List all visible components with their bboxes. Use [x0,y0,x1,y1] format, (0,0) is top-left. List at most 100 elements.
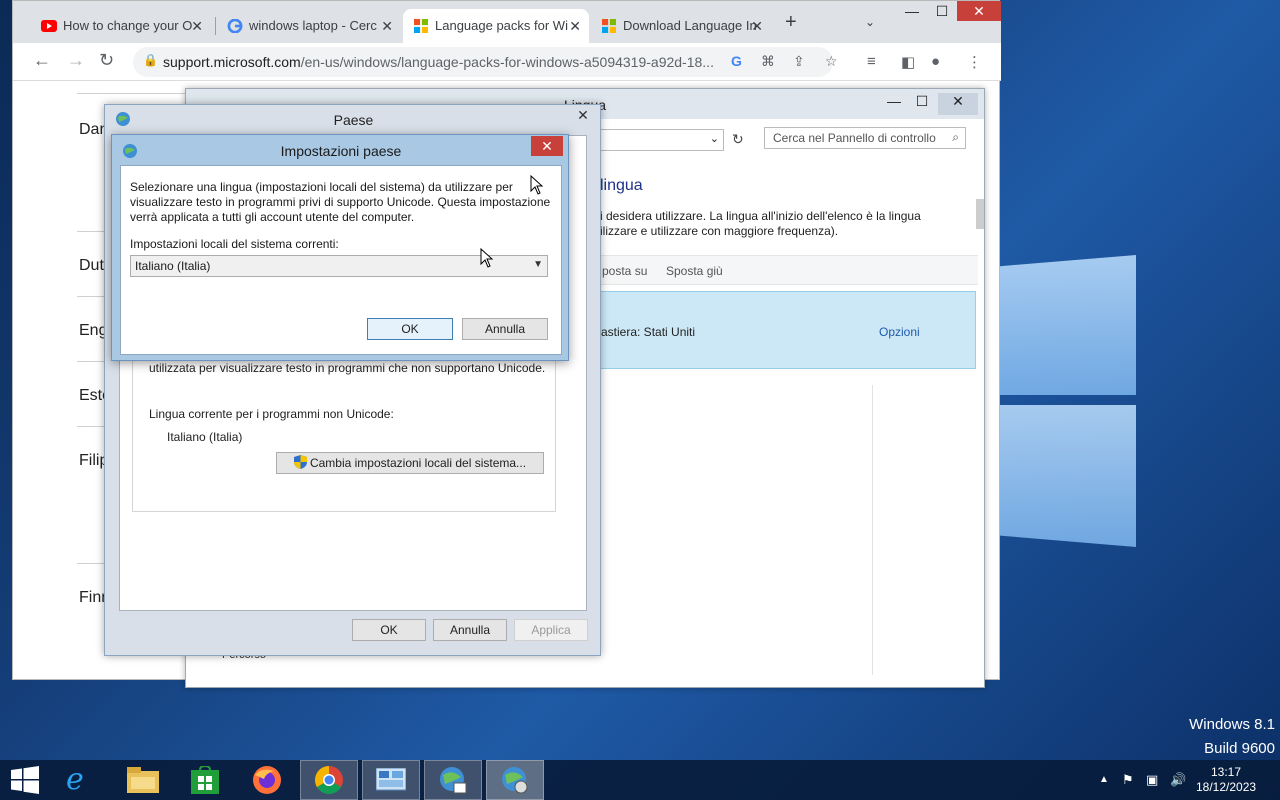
google-lens-icon[interactable]: G [731,53,742,69]
new-tab-button[interactable]: + [785,11,797,34]
microsoft-icon [414,19,428,33]
taskbar-chrome[interactable] [300,760,358,800]
move-up-button[interactable]: posta su [602,264,647,278]
microsoft-icon [602,19,616,33]
clock-date: 18/12/2023 [1196,780,1257,794]
refresh-icon[interactable]: ↻ [732,131,744,148]
address-dropdown[interactable]: ⌄ [596,129,724,151]
taskbar-file-explorer[interactable] [114,760,172,800]
chevron-down-icon: ⌄ [709,133,719,145]
taskbar-firefox[interactable] [238,760,296,800]
region-icon [440,767,467,794]
dialog-title: Paese [333,112,374,128]
address-bar[interactable]: 🔒 support.microsoft.com/en-us/windows/la… [133,47,838,77]
divider [872,385,873,675]
network-icon[interactable]: ▣ [1146,772,1158,788]
uac-shield-icon [293,455,307,469]
taskbar-store[interactable] [176,760,234,800]
translate-icon[interactable]: ⌘ [761,53,775,70]
instructions-text: Selezionare una lingua (impostazioni loc… [130,180,551,224]
internet-explorer-icon: e [66,762,84,797]
taskbar-clock[interactable]: 13:17 18/12/2023 [1196,765,1256,795]
apply-button[interactable]: Applica [514,619,588,641]
divider [77,93,187,94]
google-icon [227,19,243,33]
start-button[interactable] [0,760,50,800]
start-icon [11,766,39,794]
chrome-icon [315,766,343,794]
tab-language-packs[interactable]: Language packs for Wi ✕ [403,9,589,43]
taskbar: e ▲ ⚑ ▣ 🔊 13:17 18/12/2023 [0,760,1280,800]
url-text: support.microsoft.com/en-us/windows/lang… [163,54,714,70]
close-icon[interactable]: ✕ [381,9,393,43]
ok-button[interactable]: OK [352,619,426,641]
maximize-button[interactable]: ☐ [908,93,936,115]
page-heading: lingua [600,177,643,194]
region-settings-icon [502,767,528,794]
mouse-cursor-icon [530,175,544,195]
minimize-button[interactable]: — [880,93,908,115]
tab-search-chevron-icon[interactable]: ⌄ [865,15,875,29]
tab-separator [215,17,216,35]
os-watermark-line1: Windows 8.1 [1189,716,1275,733]
close-icon[interactable]: ✕ [751,9,763,43]
system-locale-label: Impostazioni locali del sistema correnti… [130,237,339,251]
volume-icon[interactable]: 🔊 [1170,772,1186,788]
clock-time: 13:17 [1210,765,1242,779]
description-text: i desidera utilizzare. La lingua all'ini… [600,209,921,238]
close-window-button[interactable]: ✕ [938,93,978,115]
tab-google[interactable]: windows laptop - Cerc ✕ [217,9,401,43]
current-language-value: Italiano (Italia) [167,430,243,444]
bookmark-star-icon[interactable]: ☆ [825,53,838,70]
browser-toolbar: ← → ↻ 🔒 support.microsoft.com/en-us/wind… [13,43,1001,81]
tab-download-language[interactable]: Download Language In ✕ [591,9,771,43]
os-watermark-line2: Build 9600 [1204,740,1275,757]
ok-button[interactable]: OK [367,318,453,340]
chevron-down-icon: ▼ [533,259,543,270]
close-window-button[interactable]: ✕ [957,1,1001,21]
close-icon[interactable]: ✕ [569,9,581,43]
tab-label: How to change your O [63,18,193,33]
list-item[interactable]: Dut [79,257,104,275]
cancel-button[interactable]: Annulla [433,619,507,641]
firefox-icon [253,766,281,794]
move-down-button[interactable]: Sposta giù [666,264,723,278]
back-arrow-icon[interactable]: ← [33,50,51,71]
forward-arrow-icon[interactable]: → [67,50,85,71]
control-panel-search-input[interactable]: Cerca nel Pannello di controllo ⌕ [764,127,966,149]
tab-label: windows laptop - Cerc [249,18,377,33]
menu-kebab-icon[interactable]: ⋮ [967,53,982,71]
taskbar-internet-explorer[interactable]: e [52,760,110,800]
change-system-locale-button[interactable]: Cambia impostazioni locali del sistema..… [276,452,544,474]
taskbar-region[interactable] [424,760,482,800]
reading-list-icon[interactable]: ≡ [867,53,876,70]
close-button[interactable]: ✕ [531,136,563,156]
tab-label: Download Language In [623,18,757,33]
close-icon[interactable]: ✕ [567,107,599,125]
mouse-cursor-icon [480,248,494,268]
file-explorer-icon [127,767,159,793]
taskbar-control-panel[interactable] [362,760,420,800]
lock-icon: 🔒 [143,53,158,67]
search-icon: ⌕ [952,130,959,144]
taskbar-region-settings[interactable] [486,760,544,800]
windows-logo [1000,255,1140,555]
language-row[interactable]: astiera: Stati Uniti Opzioni [596,291,976,369]
options-link[interactable]: Opzioni [879,325,920,339]
share-icon[interactable]: ⇪ [793,53,805,70]
minimize-button[interactable]: — [897,3,927,25]
dialog-body: Selezionare una lingua (impostazioni loc… [120,165,562,355]
close-icon[interactable]: ✕ [191,9,203,43]
scrollbar-thumb[interactable] [976,199,984,229]
tab-youtube[interactable]: How to change your O ✕ [31,9,211,43]
maximize-button[interactable]: ☐ [927,3,957,25]
region-settings-dialog: Impostazioni paese ✕ Selezionare una lin… [111,134,569,361]
profile-avatar-icon[interactable]: ● [931,53,940,70]
side-panel-icon[interactable]: ◧ [901,53,915,71]
store-icon [191,766,219,794]
cancel-button[interactable]: Annulla [462,318,548,340]
control-panel-icon [376,768,406,791]
action-center-flag-icon[interactable]: ⚑ [1122,772,1134,788]
show-hidden-icons-chevron-icon[interactable]: ▲ [1099,774,1109,785]
reload-icon[interactable]: ↻ [99,50,114,71]
